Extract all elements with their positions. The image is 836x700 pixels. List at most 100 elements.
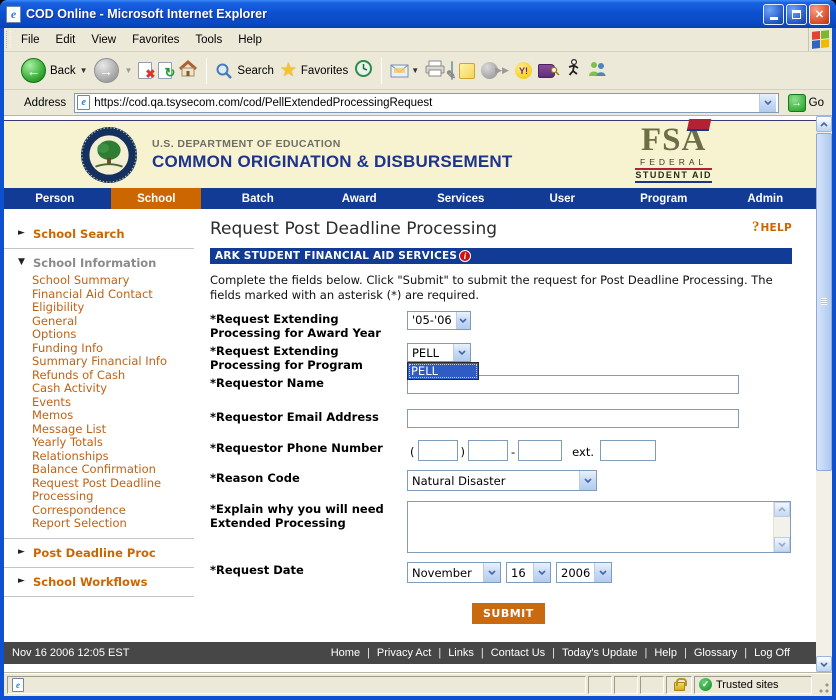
sidebar-item-school-workflows[interactable]: ► School Workflows bbox=[4, 575, 204, 589]
menu-view[interactable]: View bbox=[83, 28, 124, 51]
phone-area-input[interactable] bbox=[417, 440, 458, 462]
scrollbar-thumb[interactable] bbox=[816, 133, 832, 471]
sidebar-link-financial-aid-contact[interactable]: Financial Aid Contact bbox=[32, 287, 194, 302]
footer-link-log-off[interactable]: Log Off bbox=[754, 647, 790, 659]
date-year-select[interactable]: 2006 bbox=[556, 562, 612, 584]
phone-ext-input[interactable] bbox=[600, 440, 656, 462]
sidebar-link-funding-info[interactable]: Funding Info bbox=[32, 341, 194, 356]
sidebar-link-events[interactable]: Events bbox=[32, 395, 194, 410]
menu-file[interactable]: File bbox=[13, 28, 48, 51]
date-month-select[interactable]: November bbox=[407, 562, 501, 584]
footer-link-home[interactable]: Home bbox=[331, 647, 360, 659]
tab-person[interactable]: Person bbox=[4, 188, 106, 209]
tab-award[interactable]: Award bbox=[309, 188, 411, 209]
tab-program[interactable]: Program bbox=[613, 188, 715, 209]
menu-favorites[interactable]: Favorites bbox=[124, 28, 187, 51]
sidebar-link-refunds-of-cash[interactable]: Refunds of Cash bbox=[32, 368, 194, 383]
tab-school[interactable]: School bbox=[106, 188, 208, 209]
close-button[interactable]: ✕ bbox=[809, 3, 830, 25]
scroll-up-icon[interactable] bbox=[774, 502, 790, 518]
sidebar-link-cash-activity[interactable]: Cash Activity bbox=[32, 381, 194, 396]
ie-logo-icon: e bbox=[6, 5, 21, 23]
phone-line-input[interactable] bbox=[518, 440, 563, 462]
footer-link-help[interactable]: Help bbox=[654, 647, 677, 659]
scroll-down-icon[interactable] bbox=[774, 537, 790, 553]
messenger-button[interactable]: ▶▶ bbox=[481, 62, 509, 79]
address-url[interactable]: https://cod.qa.tsysecom.com/cod/PellExte… bbox=[94, 97, 754, 109]
sidebar-link-options[interactable]: Options bbox=[32, 327, 194, 342]
tab-user[interactable]: User bbox=[512, 188, 614, 209]
vertical-scrollbar[interactable] bbox=[816, 116, 832, 672]
sidebar-link-report-selection[interactable]: Report Selection bbox=[32, 516, 194, 531]
sidebar-link-message-list[interactable]: Message List bbox=[32, 422, 194, 437]
textarea-scrollbar[interactable] bbox=[773, 502, 790, 553]
yahoo-messenger-button[interactable]: Y! bbox=[514, 62, 532, 79]
minimize-button[interactable] bbox=[763, 3, 784, 25]
tab-services[interactable]: Services bbox=[410, 188, 512, 209]
sidebar-link-school-summary[interactable]: School Summary bbox=[32, 273, 194, 288]
go-button[interactable]: → Go bbox=[783, 93, 829, 112]
favorites-button[interactable]: ★ Favorites bbox=[280, 61, 348, 80]
msn-messenger-button[interactable] bbox=[587, 60, 607, 82]
sidebar-link-summary-financial-info[interactable]: Summary Financial Info bbox=[32, 354, 194, 369]
date-day-select[interactable]: 16 bbox=[506, 562, 551, 584]
sidebar-item-post-deadline-proc[interactable]: ► Post Deadline Proc bbox=[4, 546, 204, 560]
menu-tools[interactable]: Tools bbox=[187, 28, 230, 51]
scrollbar-track[interactable] bbox=[816, 472, 832, 656]
mail-dropdown-icon[interactable]: ▼ bbox=[411, 66, 419, 75]
sidebar-link-memos[interactable]: Memos bbox=[32, 408, 194, 423]
history-button[interactable] bbox=[354, 59, 373, 83]
stop-button[interactable]: ✖ bbox=[138, 62, 155, 81]
forward-dropdown-icon[interactable]: ▼ bbox=[125, 66, 133, 75]
discuss-button[interactable] bbox=[459, 62, 476, 79]
toolbar-grip[interactable] bbox=[6, 31, 11, 48]
back-button[interactable]: ← Back ▼ bbox=[21, 58, 88, 83]
resize-grip[interactable] bbox=[816, 675, 830, 694]
address-dropdown-button[interactable] bbox=[758, 93, 776, 112]
footer-link-links[interactable]: Links bbox=[448, 647, 474, 659]
phone-prefix-input[interactable] bbox=[468, 440, 508, 462]
sidebar-link-correspondence[interactable]: Correspondence bbox=[32, 503, 194, 518]
address-input[interactable]: e https://cod.qa.tsysecom.com/cod/PellEx… bbox=[74, 92, 779, 113]
submit-button[interactable]: SUBMIT bbox=[472, 603, 545, 625]
program-option-pell[interactable]: PELL bbox=[408, 363, 478, 380]
forward-button[interactable]: → bbox=[93, 58, 119, 83]
maximize-button[interactable] bbox=[786, 3, 807, 25]
sidebar-link-eligibility[interactable]: Eligibility bbox=[32, 300, 194, 315]
back-dropdown-icon[interactable]: ▼ bbox=[80, 66, 88, 75]
expanded-arrow-icon: ▼ bbox=[18, 257, 25, 267]
home-button[interactable] bbox=[178, 59, 198, 82]
tab-admin[interactable]: Admin bbox=[715, 188, 817, 209]
search-button[interactable]: Search bbox=[215, 62, 274, 80]
scroll-up-button[interactable] bbox=[816, 116, 832, 132]
sidebar-link-relationships[interactable]: Relationships bbox=[32, 449, 194, 464]
tab-batch[interactable]: Batch bbox=[207, 188, 309, 209]
print-button[interactable] bbox=[425, 60, 445, 82]
refresh-button[interactable]: ↻ bbox=[158, 62, 175, 80]
sidebar-link-request-post-deadline-processing[interactable]: Request Post Deadline Processing bbox=[32, 476, 194, 504]
sidebar-link-balance-confirmation[interactable]: Balance Confirmation bbox=[32, 462, 194, 477]
info-icon[interactable]: i bbox=[459, 250, 472, 262]
explain-textarea[interactable] bbox=[407, 501, 791, 554]
footer-link-contact-us[interactable]: Contact Us bbox=[491, 647, 545, 659]
post-deadline-form: *Request Extending Processing for Award … bbox=[210, 310, 792, 625]
sidebar-item-school-search[interactable]: ► School Search bbox=[4, 227, 204, 241]
program-select[interactable]: PELL bbox=[407, 343, 471, 363]
sidebar-link-yearly-totals[interactable]: Yearly Totals bbox=[32, 435, 194, 450]
menu-help[interactable]: Help bbox=[230, 28, 270, 51]
reason-code-select[interactable]: Natural Disaster bbox=[407, 470, 597, 492]
aim-button[interactable] bbox=[566, 58, 581, 82]
help-button[interactable]: ? HELP bbox=[752, 219, 792, 236]
sidebar-item-school-information[interactable]: ▼ School Information bbox=[4, 256, 204, 270]
footer-link-privacy-act[interactable]: Privacy Act bbox=[377, 647, 431, 659]
scroll-down-button[interactable] bbox=[816, 656, 832, 672]
research-button[interactable] bbox=[537, 63, 560, 78]
requestor-email-input[interactable] bbox=[407, 409, 739, 429]
footer-link-todays-update[interactable]: Today's Update bbox=[562, 647, 637, 659]
mail-button[interactable]: ▼ bbox=[390, 64, 419, 78]
menu-edit[interactable]: Edit bbox=[48, 28, 84, 51]
footer-link-glossary[interactable]: Glossary bbox=[694, 647, 737, 659]
award-year-select[interactable]: '05-'06 bbox=[407, 310, 471, 330]
edit-button[interactable]: ✎ bbox=[446, 60, 456, 82]
sidebar-link-general[interactable]: General bbox=[32, 314, 194, 329]
